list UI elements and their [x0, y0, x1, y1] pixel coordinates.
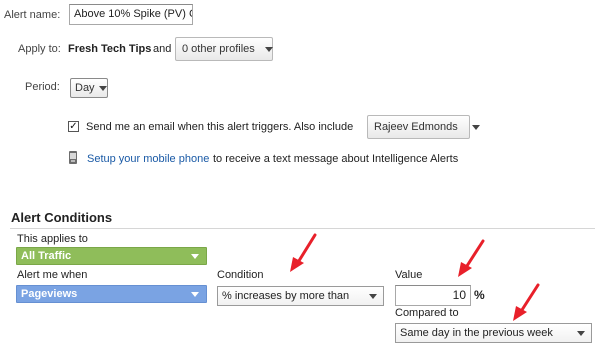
condition-select[interactable]: % increases by more than [217, 286, 384, 306]
chevron-down-icon [98, 85, 107, 91]
compared-to-label: Compared to [395, 307, 459, 319]
annotation-arrow-icon [290, 233, 317, 272]
mobile-phone-icon [69, 151, 77, 164]
applies-to-value: All Traffic [21, 250, 72, 262]
section-divider [10, 228, 595, 229]
compared-to-value: Same day in the previous week [400, 327, 553, 339]
apply-to-label: Apply to: [18, 43, 61, 55]
email-checkbox[interactable]: ✓ [68, 121, 79, 132]
condition-value: % increases by more than [222, 290, 350, 302]
condition-label: Condition [217, 269, 264, 281]
value-label: Value [395, 269, 423, 281]
value-input[interactable]: 10 [395, 285, 471, 306]
alert-name-input[interactable]: Above 10% Spike (PV) C [69, 4, 193, 25]
period-label: Period: [25, 81, 60, 93]
alert-when-selector[interactable]: Pageviews [16, 285, 207, 303]
chevron-down-icon [471, 124, 480, 130]
other-profiles-label: 0 other profiles [182, 43, 255, 55]
chevron-down-icon [191, 291, 199, 297]
alert-when-value: Pageviews [21, 288, 78, 300]
applies-to-selector[interactable]: All Traffic [16, 247, 207, 265]
percent-sign: % [474, 288, 485, 302]
chevron-down-icon [577, 330, 585, 336]
alert-name-label: Alert name: [4, 9, 61, 21]
applies-to-label: This applies to [17, 233, 88, 245]
alert-conditions-title: Alert Conditions [11, 210, 113, 225]
annotation-arrow-icon [458, 239, 485, 277]
annotation-arrow-icon [513, 283, 540, 321]
compared-to-select[interactable]: Same day in the previous week [395, 323, 592, 343]
period-dropdown[interactable]: Day [70, 78, 108, 98]
email-option-text: Send me an email when this alert trigger… [86, 121, 354, 133]
setup-mobile-link[interactable]: Setup your mobile phone [87, 153, 209, 165]
alert-when-label: Alert me when [17, 269, 88, 281]
period-value: Day [75, 82, 95, 94]
recipient-label: Rajeev Edmonds [374, 121, 458, 133]
chevron-down-icon [369, 293, 377, 299]
mobile-option-text: to receive a text message about Intellig… [213, 153, 459, 165]
recipient-dropdown[interactable]: Rajeev Edmonds [367, 115, 480, 139]
other-profiles-dropdown[interactable]: 0 other profiles [175, 37, 273, 61]
chevron-down-icon [191, 253, 199, 259]
apply-to-and: and [153, 43, 172, 55]
profile-name: Fresh Tech Tips [68, 43, 152, 55]
chevron-down-icon [264, 46, 273, 52]
check-icon: ✓ [69, 120, 78, 132]
